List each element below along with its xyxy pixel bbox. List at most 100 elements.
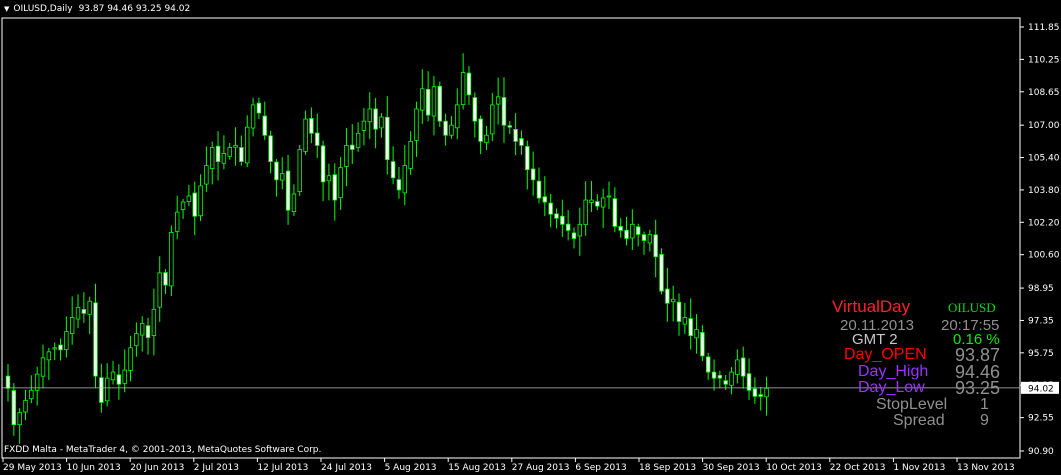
candle-body bbox=[69, 317, 75, 334]
candle-body bbox=[99, 377, 104, 403]
candle bbox=[145, 317, 151, 355]
candle bbox=[414, 101, 419, 157]
current-price-label: 94.02 bbox=[1028, 384, 1054, 394]
candle bbox=[297, 144, 302, 196]
candle-body bbox=[717, 375, 723, 379]
candle-body bbox=[600, 197, 606, 208]
candle bbox=[291, 184, 297, 217]
candle-body bbox=[350, 144, 355, 150]
chart-window[interactable]: 111.85 110.25 108.65 107.00 105.40 103.80 102.… bbox=[0, 0, 1061, 475]
candle bbox=[338, 157, 343, 210]
candle bbox=[741, 346, 746, 389]
candle bbox=[495, 77, 501, 125]
candle-body bbox=[169, 232, 174, 287]
candle bbox=[309, 107, 314, 144]
candle-body bbox=[653, 234, 658, 258]
candle-body bbox=[659, 254, 664, 292]
candle-body bbox=[449, 124, 454, 136]
candle-body bbox=[624, 229, 629, 239]
candle-body bbox=[525, 146, 530, 171]
candle-body bbox=[490, 104, 495, 135]
candle-body bbox=[180, 201, 186, 210]
candle bbox=[268, 130, 273, 174]
candle-body bbox=[385, 116, 390, 160]
candle-body bbox=[58, 344, 63, 351]
candle bbox=[647, 229, 653, 252]
candle bbox=[653, 219, 658, 278]
candle bbox=[682, 302, 688, 334]
candle bbox=[501, 77, 507, 143]
candle-body bbox=[670, 298, 676, 303]
chart-title-bar[interactable]: ▼ OILUSD,Daily 93.87 94.46 93.25 94.02 bbox=[4, 4, 190, 14]
candle-body bbox=[425, 88, 431, 116]
candle-body bbox=[735, 359, 740, 375]
candle-body bbox=[530, 168, 536, 181]
candle-body bbox=[729, 371, 734, 386]
candle bbox=[472, 92, 477, 138]
candle-body bbox=[151, 308, 157, 336]
candle-body bbox=[758, 394, 763, 397]
candle-body bbox=[192, 192, 197, 217]
candle bbox=[385, 96, 390, 175]
candle bbox=[513, 113, 518, 156]
candle-body bbox=[618, 226, 623, 231]
window-menu-arrow-icon[interactable]: ▼ bbox=[4, 5, 9, 13]
candle bbox=[23, 389, 28, 421]
candle-body bbox=[116, 374, 122, 385]
candle bbox=[758, 386, 763, 411]
candle bbox=[227, 142, 232, 160]
candle-body bbox=[536, 180, 542, 199]
x-tick-label: 10 Jun 2013 bbox=[67, 463, 121, 473]
symbol-timeframe: OILUSD,Daily bbox=[13, 4, 73, 14]
candle-body bbox=[647, 234, 653, 244]
candle-body bbox=[64, 331, 69, 350]
y-tick-label: 110.25 bbox=[1028, 55, 1060, 65]
candle bbox=[46, 347, 52, 381]
candle-body bbox=[565, 223, 571, 231]
candle-body bbox=[396, 179, 402, 191]
y-tick-label: 111.85 bbox=[1028, 23, 1060, 33]
candle bbox=[630, 209, 635, 250]
candle-body bbox=[140, 323, 145, 336]
x-tick-label: 13 Nov 2013 bbox=[957, 463, 1015, 473]
candle bbox=[180, 198, 186, 220]
candle bbox=[589, 180, 594, 212]
candle-body bbox=[250, 104, 256, 129]
candle bbox=[332, 163, 337, 221]
candle bbox=[600, 188, 606, 228]
candle bbox=[151, 288, 157, 356]
candle bbox=[420, 69, 425, 125]
candle bbox=[396, 166, 402, 199]
candle-body bbox=[764, 387, 769, 398]
candle-body bbox=[466, 72, 472, 96]
copyright-text: FXDD Malta - MetaTrader 4, © 2001-2013, … bbox=[4, 445, 322, 455]
candle bbox=[460, 53, 466, 110]
y-tick-label: 98.95 bbox=[1028, 284, 1054, 294]
candle-body bbox=[460, 72, 466, 105]
candle-body bbox=[694, 329, 699, 339]
candle-body bbox=[641, 234, 647, 241]
candle-body bbox=[198, 185, 203, 217]
candle bbox=[274, 158, 279, 197]
candle-body bbox=[367, 108, 372, 123]
candle-body bbox=[134, 333, 139, 347]
candle-body bbox=[274, 161, 279, 181]
candle-body bbox=[711, 371, 717, 379]
candle-body bbox=[379, 116, 384, 129]
candle-body bbox=[676, 301, 682, 322]
candle bbox=[449, 116, 454, 139]
candle-body bbox=[87, 300, 92, 315]
x-tick-label: 27 Aug 2013 bbox=[512, 463, 570, 473]
x-tick-label: 18 Sep 2013 bbox=[639, 463, 696, 473]
candle bbox=[408, 131, 413, 175]
candle-body bbox=[285, 170, 291, 211]
y-tick-label: 107.00 bbox=[1028, 121, 1060, 131]
candle-body bbox=[665, 288, 670, 304]
virtual-day-label: VirtualDay bbox=[832, 297, 911, 316]
candle bbox=[140, 316, 145, 352]
candle-body bbox=[309, 118, 314, 134]
candle-body bbox=[81, 309, 87, 314]
candle-body bbox=[595, 201, 600, 207]
candle-body bbox=[414, 108, 419, 141]
candle bbox=[507, 121, 513, 135]
